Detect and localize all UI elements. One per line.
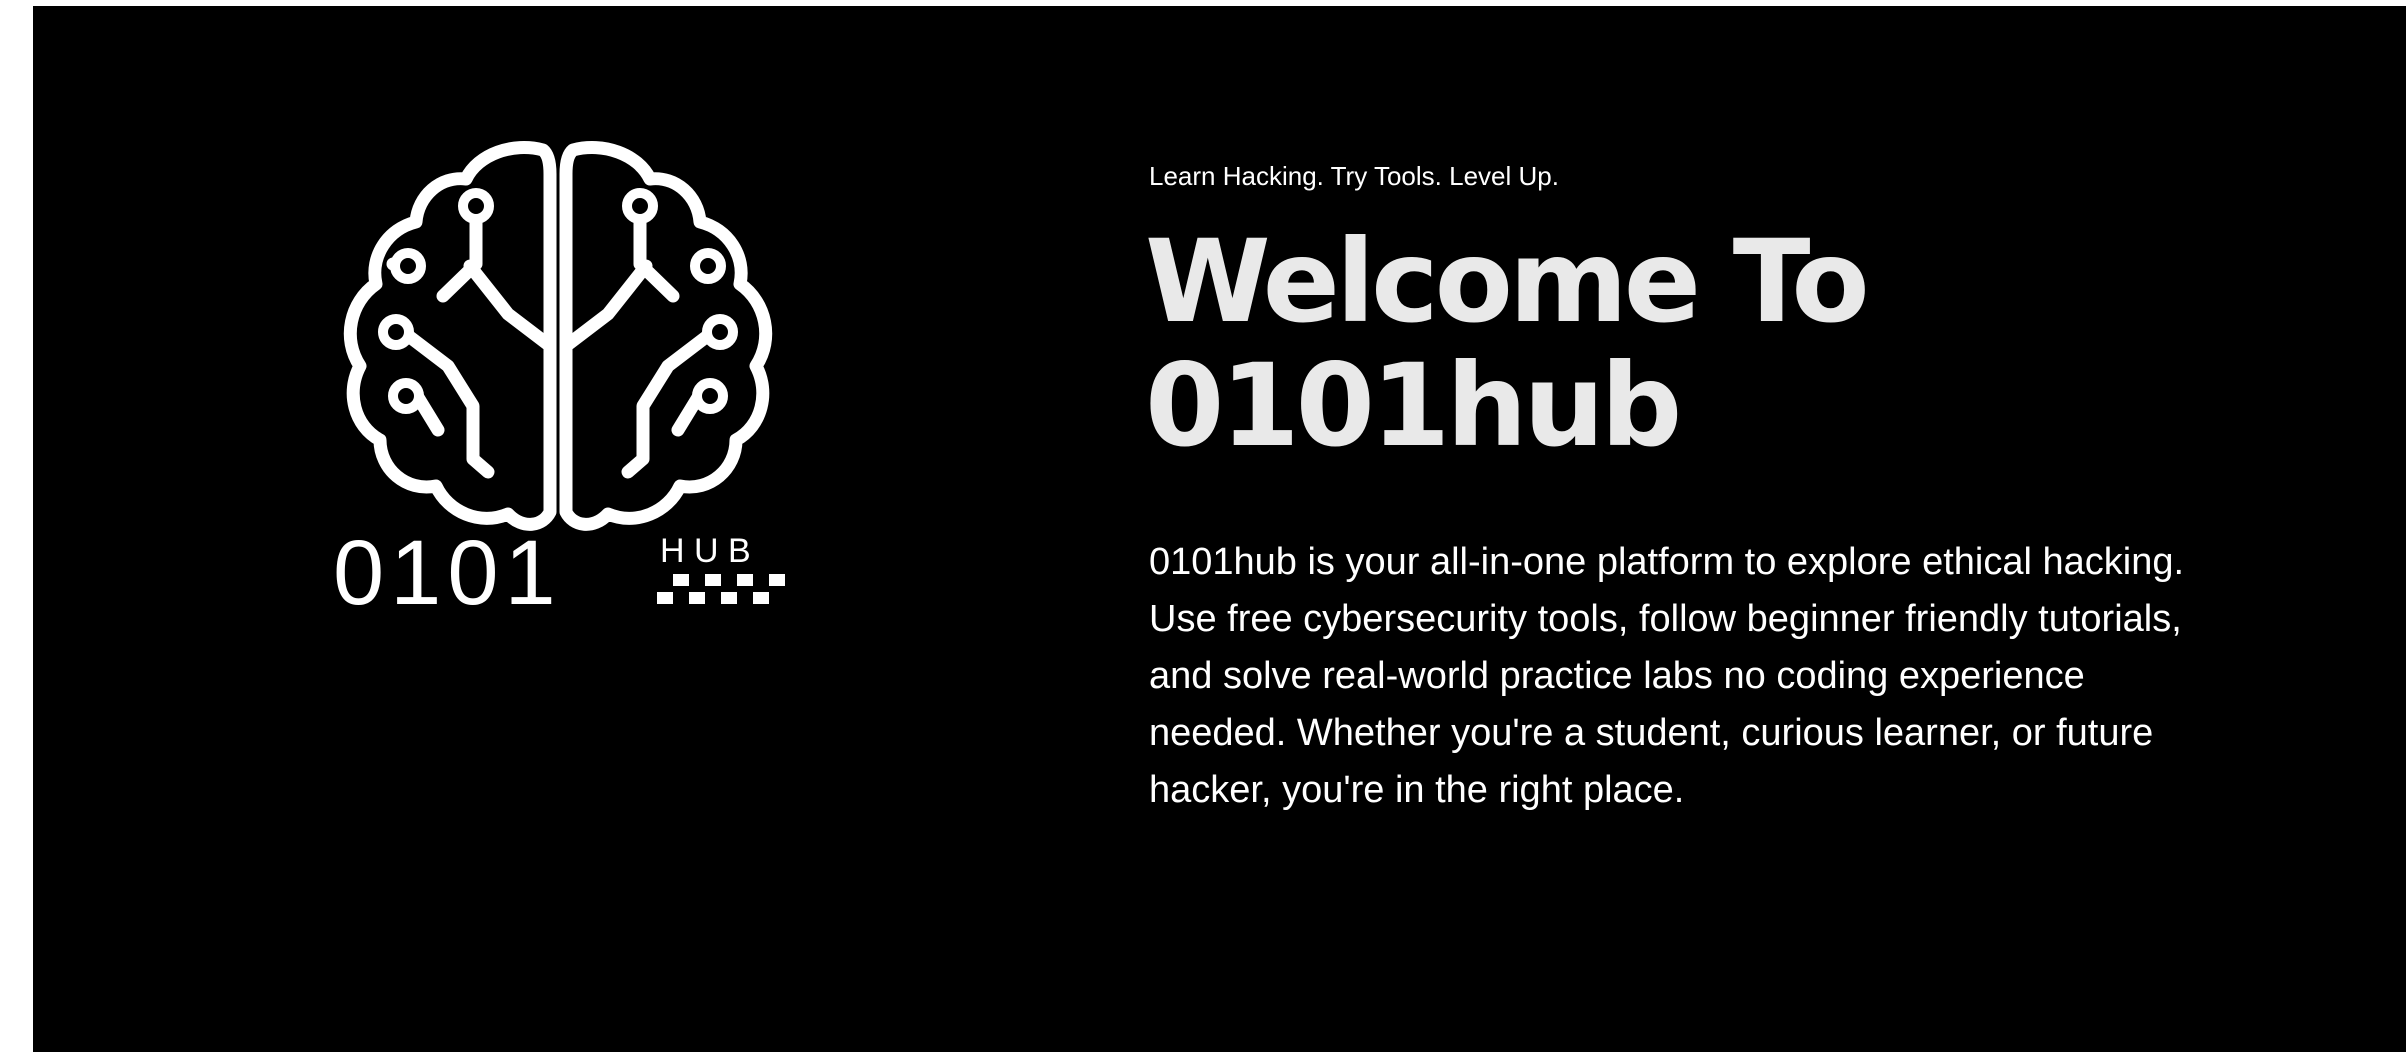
hero-title-line-2: 0101hub bbox=[1145, 339, 1682, 473]
site-logo[interactable]: 0101 H U B bbox=[298, 134, 818, 624]
hero-description: 0101hub is your all-in-one platform to e… bbox=[1149, 541, 2185, 812]
hero-tagline: Learn Hacking. Try Tools. Level Up. bbox=[1149, 161, 1559, 191]
brain-circuit-icon: 0101 H U B bbox=[333, 141, 785, 624]
hero-title: Welcome To 0101hub bbox=[1145, 220, 2249, 468]
checker-pattern bbox=[657, 574, 785, 604]
hero-content: Learn Hacking. Try Tools. Level Up. Welc… bbox=[1145, 161, 2249, 819]
hero-section: 0101 H U B Learn Hacking. Try Tools. Lev… bbox=[33, 6, 2406, 1052]
logo-wordmark: 0101 bbox=[333, 522, 562, 624]
logo-suffix: H U B bbox=[660, 532, 751, 570]
hero-title-line-1: Welcome To bbox=[1145, 215, 1870, 349]
